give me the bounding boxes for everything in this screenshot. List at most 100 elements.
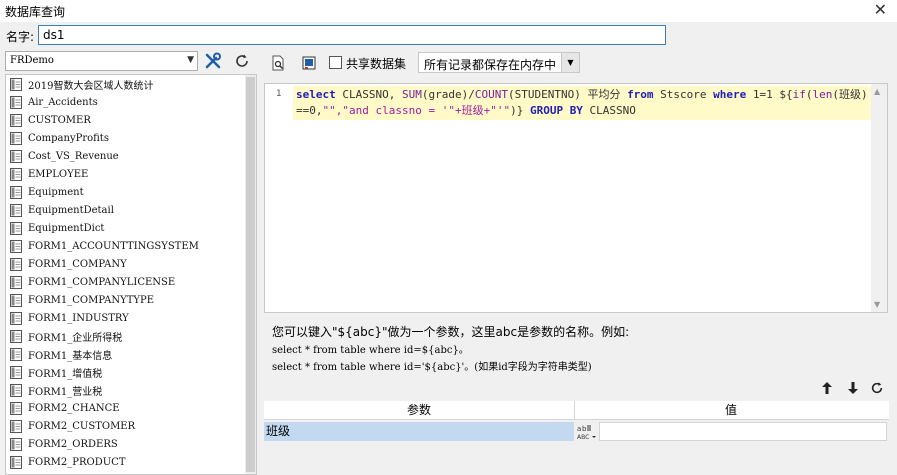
table-icon [10, 311, 22, 325]
param-value-input[interactable] [599, 422, 887, 441]
name-row: 名字: [0, 22, 897, 48]
tree-scroll-thumb[interactable] [246, 77, 255, 472]
right-pane: 共享数据集 所有记录都保存在内存中 ▼ 1 select CLASSNO, SU… [262, 48, 897, 475]
table-name: FORM1_COMPANYTYPE [28, 294, 155, 306]
move-down-button[interactable] [844, 378, 862, 398]
list-item[interactable]: FORM1_COMPANYTYPE [6, 291, 246, 309]
close-icon[interactable]: ✕ [874, 1, 887, 19]
table-icon [10, 95, 22, 109]
param-column-header: 参数 [264, 401, 575, 420]
sql-function: len [812, 88, 833, 101]
datasource-select[interactable]: FRDemo ▼ [5, 51, 198, 71]
param-name-cell[interactable]: 班级 [264, 422, 574, 441]
hint-line-3: select * from table where id='${abc}'。(如… [272, 362, 592, 373]
list-item[interactable]: 2019智数大会区域人数统计 [6, 75, 246, 93]
table-name: EquipmentDetail [28, 204, 114, 216]
sql-keyword: select [296, 88, 336, 101]
sql-keyword: GROUP BY [529, 104, 583, 117]
hint-line-2: select * from table where id=${abc}。 [272, 345, 469, 356]
list-item[interactable]: CUSTOMER [6, 111, 246, 129]
list-item[interactable]: CompanyProfits [6, 129, 246, 147]
table-icon [10, 167, 22, 181]
table-icon [10, 203, 22, 217]
chevron-down-icon: ▼ [187, 55, 194, 65]
datasource-value: FRDemo [10, 55, 54, 66]
svg-text:a: a [577, 425, 581, 433]
arrow-down-icon [848, 382, 858, 394]
list-item[interactable]: FORM1_ACCOUNTTINGSYSTEM [6, 237, 246, 255]
storage-mode-value: 所有记录都保存在内存中 [424, 58, 557, 72]
table-name: FORM1_营业税 [28, 386, 103, 398]
table-name: FORM1_INDUSTRY [28, 312, 129, 324]
list-item[interactable]: EquipmentDetail [6, 201, 246, 219]
table-name: FORM2_PRODUCT [28, 456, 126, 468]
table-row[interactable]: 班级 a b ABC [264, 422, 889, 441]
preview-button[interactable] [268, 53, 288, 73]
param-type-button[interactable]: a b ABC [576, 423, 598, 441]
table-icon [10, 257, 22, 271]
list-item[interactable]: FORM1_增值税 [6, 363, 246, 381]
svg-text:ABC: ABC [577, 434, 589, 441]
editor-scrollbar[interactable]: ▲ ▼ [871, 84, 887, 312]
table-name: Equipment [28, 186, 84, 198]
sql-function: COUNT [474, 88, 508, 101]
table-icon [10, 275, 22, 289]
list-item[interactable]: Equipment [6, 183, 246, 201]
name-input[interactable] [38, 25, 666, 45]
table-name: FORM2_CUSTOMER [28, 420, 136, 432]
share-dataset-checkbox[interactable] [329, 56, 342, 69]
table-name: FORM1_COMPANY [28, 258, 127, 270]
sql-text: )} [510, 104, 530, 117]
list-item[interactable]: FORM1_企业所得税 [6, 327, 246, 345]
table-icon [10, 239, 22, 253]
table-name: FORM1_基本信息 [28, 350, 113, 362]
table-icon [10, 455, 22, 469]
chevron-down-icon[interactable]: ▼ [561, 53, 579, 72]
list-item[interactable]: FORM1_基本信息 [6, 345, 246, 363]
move-up-button[interactable] [818, 378, 836, 398]
table-icon [10, 113, 22, 127]
scroll-up-icon[interactable]: ▲ [874, 87, 880, 96]
text-type-icon: a b ABC [577, 425, 596, 441]
list-item[interactable]: FORM2_ORDERS [6, 435, 246, 453]
sql-code[interactable]: select CLASSNO, SUM(grade)/COUNT(STUDENT… [296, 87, 869, 119]
query-toolbar: 共享数据集 所有记录都保存在内存中 ▼ [262, 48, 897, 76]
param-table-header: 参数 值 [264, 401, 889, 420]
sql-function: SUM [401, 88, 422, 101]
list-item[interactable]: FORM2_CUSTOMER [6, 417, 246, 435]
sql-text: ( [805, 88, 813, 101]
table-icon [10, 347, 22, 361]
list-item[interactable]: FORM1_COMPANYLICENSE [6, 273, 246, 291]
list-item[interactable]: Air_Accidents [6, 93, 246, 111]
table-name: FORM1_企业所得税 [28, 332, 123, 344]
table-name: Air_Accidents [28, 96, 98, 108]
table-icon [10, 419, 22, 433]
list-item[interactable]: FORM1_COMPANY [6, 255, 246, 273]
datasource-settings-button[interactable] [202, 51, 224, 71]
list-item[interactable]: FORM2_PRODUCT [6, 453, 246, 471]
list-item[interactable]: EquipmentDict [6, 219, 246, 237]
refresh-params-button[interactable] [868, 378, 886, 398]
window-title: 数据库查询 [5, 5, 66, 19]
table-icon [10, 383, 22, 397]
list-item[interactable]: FORM2_CHANCE [6, 399, 246, 417]
refresh-button[interactable] [231, 51, 253, 71]
tree-scrollbar[interactable] [245, 75, 256, 474]
sql-keyword: from [627, 88, 654, 101]
table-icon [10, 221, 22, 235]
list-item[interactable]: FORM1_营业税 [6, 381, 246, 399]
table-icon [10, 185, 22, 199]
list-item[interactable]: Cost_VS_Revenue [6, 147, 246, 165]
list-item[interactable]: FORM1_INDUSTRY [6, 309, 246, 327]
table-name: 2019智数大会区域人数统计 [28, 80, 154, 92]
line-gutter: 1 [265, 84, 293, 312]
form-icon [302, 56, 316, 70]
sql-editor[interactable]: 1 select CLASSNO, SUM(grade)/COUNT(STUDE… [264, 83, 888, 313]
svg-text:b: b [582, 425, 587, 433]
scroll-down-icon[interactable]: ▼ [874, 300, 880, 309]
list-item[interactable]: EMPLOYEE [6, 165, 246, 183]
param-button[interactable] [299, 53, 319, 73]
table-name: EMPLOYEE [28, 168, 89, 180]
value-column-header: 值 [724, 403, 737, 417]
storage-mode-select[interactable]: 所有记录都保存在内存中 ▼ [418, 52, 580, 73]
